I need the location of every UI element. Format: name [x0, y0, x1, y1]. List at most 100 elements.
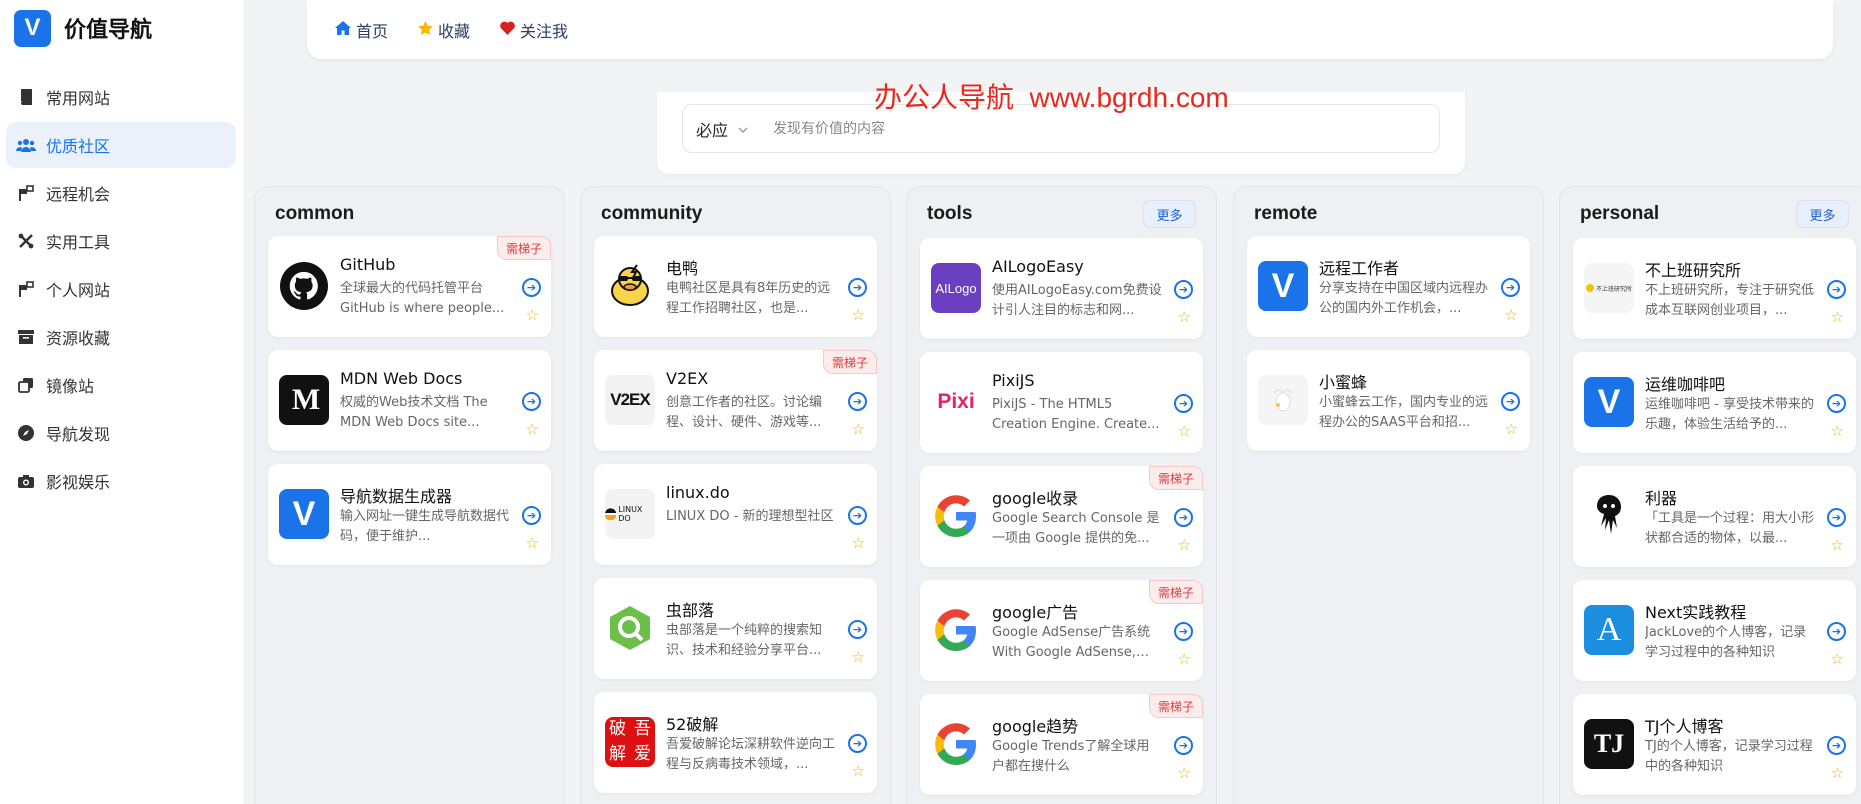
arrow-right-circle-icon[interactable]: ➔ — [848, 734, 867, 753]
arrow-right-circle-icon[interactable]: ➔ — [1827, 622, 1846, 641]
star-outline-icon[interactable]: ☆ — [1178, 536, 1191, 554]
arrow-right-circle-icon[interactable]: ➔ — [1827, 280, 1846, 299]
star-outline-icon[interactable]: ☆ — [526, 534, 539, 552]
card-name: 利器 — [1645, 489, 1678, 508]
sidebar-item-resources[interactable]: 资源收藏 — [6, 314, 236, 360]
site-card-xiaomifeng[interactable]: 小蜜蜂 小蜜蜂云工作，国内专业的远程办公的SAAS平台和招... ➔ ☆ — [1247, 350, 1530, 451]
site-card-liqi[interactable]: 利器 「工具是一个过程：用大小形状都合适的物体，以最... ➔ ☆ — [1573, 466, 1856, 567]
star-outline-icon[interactable]: ☆ — [1505, 420, 1518, 438]
column-title: common — [275, 203, 355, 224]
star-outline-icon[interactable]: ☆ — [526, 306, 539, 324]
site-card-google-adsense[interactable]: google广告 Google AdSense广告系统 With Google … — [920, 580, 1203, 681]
more-button[interactable]: 更多 — [1143, 200, 1196, 228]
site-card-v2ex[interactable]: V2EX V2EX 创意工作者的社区。讨论编程、设计、硬件、游戏等... 需梯子… — [594, 350, 877, 451]
site-card-pixijs[interactable]: Pixi PixiJS PixiJS - The HTML5 Creation … — [920, 352, 1203, 453]
star-outline-icon[interactable]: ☆ — [1831, 536, 1844, 554]
star-outline-icon[interactable]: ☆ — [1178, 650, 1191, 668]
card-name: 小蜜蜂 — [1319, 373, 1368, 392]
star-outline-icon[interactable]: ☆ — [852, 762, 865, 780]
arrow-right-circle-icon[interactable]: ➔ — [1501, 392, 1520, 411]
card-name: PixiJS — [992, 371, 1035, 390]
arrow-right-circle-icon[interactable]: ➔ — [848, 620, 867, 639]
sidebar-item-tools[interactable]: 实用工具 — [6, 218, 236, 264]
arrow-right-circle-icon[interactable]: ➔ — [1174, 736, 1193, 755]
card-name: 52破解 — [666, 715, 719, 734]
card-desc: Google Trends了解全球用户都在搜什么 — [992, 739, 1150, 774]
sidebar-item-personal[interactable]: 个人网站 — [6, 266, 236, 312]
arrow-right-circle-icon[interactable]: ➔ — [848, 278, 867, 297]
brand-logo[interactable]: V — [14, 9, 51, 47]
arrow-right-circle-icon[interactable]: ➔ — [848, 506, 867, 525]
favorites-link[interactable]: 收藏 — [418, 18, 470, 42]
follow-link[interactable]: 关注我 — [500, 18, 568, 42]
arrow-right-circle-icon[interactable]: ➔ — [1174, 280, 1193, 299]
site-card-google-search-console[interactable]: google收录 Google Search Console 是一项由 Goog… — [920, 466, 1203, 567]
arrow-right-circle-icon[interactable]: ➔ — [1174, 508, 1193, 527]
arrow-right-circle-icon[interactable]: ➔ — [522, 278, 541, 297]
site-card-mdn[interactable]: M MDN Web Docs 权威的Web技术文档 The MDN Web Do… — [268, 350, 551, 451]
star-outline-icon[interactable]: ☆ — [1831, 650, 1844, 668]
star-outline-icon[interactable]: ☆ — [852, 648, 865, 666]
camera-icon — [16, 471, 36, 491]
column-header: common — [255, 187, 564, 233]
site-card-next-tutorial[interactable]: A Next实践教程 JackLove的个人博客，记录学习过程中的各种知识 ➔ … — [1573, 580, 1856, 681]
site-card-chongbuluo[interactable]: 虫部落 虫部落是一个纯粹的搜索知识、技术和经验分享平台... ➔ ☆ — [594, 578, 877, 679]
sidebar-item-entertainment[interactable]: 影视娱乐 — [6, 458, 236, 504]
arrow-right-circle-icon[interactable]: ➔ — [1827, 508, 1846, 527]
card-desc: Google Search Console 是一项由 Google 提供的免..… — [992, 511, 1160, 546]
site-card-52pojie[interactable]: 破 吾 解 爱 52破解 吾爱破解论坛深耕软件逆向工程与反病毒技术领域，... … — [594, 692, 877, 793]
site-card-ops-coffee[interactable]: V 运维咖啡吧 运维咖啡吧 - 享受技术带来的乐趣，体验生活给予的... ➔ ☆ — [1573, 352, 1856, 453]
search-input[interactable] — [773, 120, 1439, 137]
sidebar-item-community[interactable]: 优质社区 — [6, 122, 236, 168]
star-outline-icon[interactable]: ☆ — [526, 420, 539, 438]
more-button[interactable]: 更多 — [1796, 200, 1849, 228]
column-personal: personal 更多 不上班研究所 不上班研究所 不上班研究所，专注于研究低成… — [1559, 186, 1861, 804]
arrow-right-circle-icon[interactable]: ➔ — [1174, 622, 1193, 641]
brand[interactable]: V 价值导航 — [0, 0, 244, 56]
arrow-right-circle-icon[interactable]: ➔ — [1501, 278, 1520, 297]
star-outline-icon[interactable]: ☆ — [1831, 764, 1844, 782]
star-outline-icon[interactable]: ☆ — [852, 306, 865, 324]
star-outline-icon[interactable]: ☆ — [852, 534, 865, 552]
home-link[interactable]: 首页 — [335, 18, 388, 42]
google-logo — [931, 491, 981, 541]
site-card-nav-generator[interactable]: V 导航数据生成器 输入网址一键生成导航数据代码，便于维护... ➔ ☆ — [268, 464, 551, 565]
site-card-google-trends[interactable]: google趋势 Google Trends了解全球用户都在搜什么 需梯子 ➔ … — [920, 694, 1203, 795]
card-name: google广告 — [992, 603, 1079, 622]
star-outline-icon[interactable]: ☆ — [1831, 422, 1844, 440]
star-outline-icon[interactable]: ☆ — [1831, 308, 1844, 326]
arrow-right-circle-icon[interactable]: ➔ — [522, 506, 541, 525]
star-outline-icon[interactable]: ☆ — [1505, 306, 1518, 324]
arrow-right-circle-icon[interactable]: ➔ — [1827, 394, 1846, 413]
site-card-linux-do[interactable]: LINUX DO linux.do LINUX DO - 新的理想型社区 ➔ ☆ — [594, 464, 877, 565]
sidebar-item-mirrors[interactable]: 镜像站 — [6, 362, 236, 408]
search-engine-select[interactable]: 必应 — [683, 117, 773, 141]
linux-do-logo: LINUX DO — [605, 489, 655, 539]
site-card-ailogoeasy[interactable]: AILogo AILogoEasy 使用AILogoEasy.com免费设计引人… — [920, 238, 1203, 339]
star-outline-icon[interactable]: ☆ — [1178, 308, 1191, 326]
sidebar-item-remote[interactable]: 远程机会 — [6, 170, 236, 216]
brand-title[interactable]: 价值导航 — [64, 12, 152, 44]
arrow-right-circle-icon[interactable]: ➔ — [1827, 736, 1846, 755]
star-outline-icon[interactable]: ☆ — [852, 420, 865, 438]
arrow-right-circle-icon[interactable]: ➔ — [1174, 394, 1193, 413]
card-desc: 创意工作者的社区。讨论编程、设计、硬件、游戏等... — [666, 395, 823, 430]
site-card-tj-blog[interactable]: TJ TJ个人博客 TJ的个人博客，记录学习过程中的各种知识 ➔ ☆ — [1573, 694, 1856, 795]
star-outline-icon[interactable]: ☆ — [1178, 764, 1191, 782]
arrow-right-circle-icon[interactable]: ➔ — [848, 392, 867, 411]
v-logo: V — [279, 489, 329, 539]
search-engine-label: 必应 — [696, 120, 729, 140]
sidebar-item-discover[interactable]: 导航发现 — [6, 410, 236, 456]
site-card-remote-worker[interactable]: V 远程工作者 分享支持在中国区域内远程办公的国内外工作机会，... ➔ ☆ — [1247, 236, 1530, 337]
site-card-github[interactable]: GitHub 全球最大的代码托管平台 GitHub is where peopl… — [268, 236, 551, 337]
heart-icon — [500, 21, 515, 39]
site-card-bushangban[interactable]: 不上班研究所 不上班研究所 不上班研究所，专注于研究低成本互联网创业项目，...… — [1573, 238, 1856, 339]
site-card-dianya[interactable]: 电鸭 电鸭社区是具有8年历史的远程工作招聘社区，也是... ➔ ☆ — [594, 236, 877, 337]
sidebar-item-label: 影视娱乐 — [46, 473, 111, 492]
arrow-right-circle-icon[interactable]: ➔ — [522, 392, 541, 411]
chongbuluo-logo — [605, 603, 655, 653]
sidebar-item-common-sites[interactable]: 常用网站 — [6, 74, 236, 120]
star-outline-icon[interactable]: ☆ — [1178, 422, 1191, 440]
sidebar-item-label: 实用工具 — [46, 233, 111, 252]
column-community: community 电鸭 电鸭社区是具有8年历史的远程工作招聘社区，也是... … — [580, 186, 891, 804]
